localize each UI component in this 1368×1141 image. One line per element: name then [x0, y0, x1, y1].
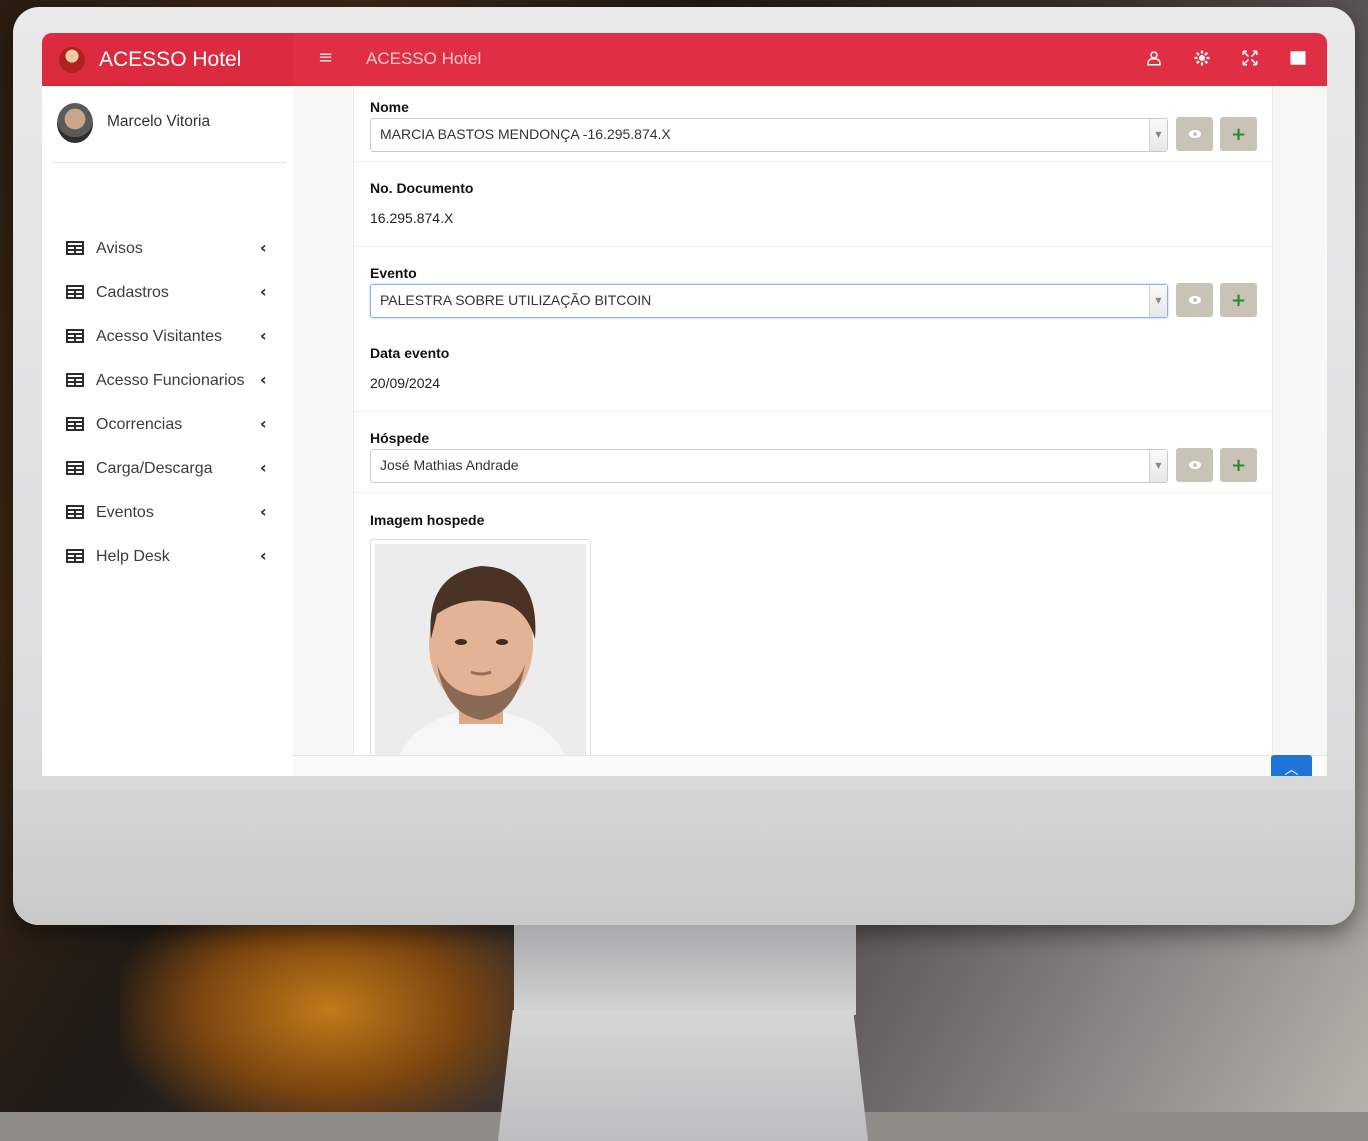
table-icon	[66, 241, 84, 255]
nome-select[interactable]: MARCIA BASTOS MENDONÇA -16.295.874.X ▼	[370, 118, 1168, 152]
form-panel: Nome MARCIA BASTOS MENDONÇA -16.295.874.…	[353, 86, 1273, 776]
scroll-to-top-button[interactable]: ︿	[1271, 755, 1312, 776]
table-icon	[66, 285, 84, 299]
plus-icon: +	[1230, 289, 1247, 311]
hospede-select[interactable]: José Mathias Andrade ▼	[370, 449, 1168, 483]
chevron-left-icon: ‹	[260, 326, 267, 345]
chevron-left-icon: ‹	[260, 370, 267, 389]
sidebar-item-acesso-visitantes[interactable]: Acesso Visitantes ‹	[42, 316, 293, 360]
grid-icon[interactable]	[1287, 47, 1309, 69]
chevron-left-icon: ‹	[260, 458, 267, 477]
sidebar-item-label: Cadastros	[96, 284, 169, 301]
data-evento-label: Data evento	[370, 345, 450, 361]
chevron-down-icon[interactable]: ▼	[1149, 285, 1167, 317]
top-title: ACESSO Hotel	[366, 49, 482, 68]
evento-label: Evento	[370, 265, 417, 281]
top-navbar: ACESSO Hotel ≡ ACESSO Hotel	[42, 33, 1327, 86]
chevron-down-icon[interactable]: ▼	[1149, 450, 1167, 482]
divider	[354, 246, 1272, 247]
divider	[354, 492, 1272, 493]
documento-value: 16.295.874.X	[370, 210, 454, 226]
chevron-down-icon[interactable]: ▼	[1149, 119, 1167, 151]
sidebar-item-label: Acesso Funcionarios	[96, 372, 245, 389]
evento-add-button[interactable]: +	[1220, 283, 1257, 317]
sidebar-item-label: Carga/Descarga	[96, 460, 213, 477]
sidebar-item-help-desk[interactable]: Help Desk ‹	[42, 536, 293, 580]
imagem-hospede-label: Imagem hospede	[370, 512, 485, 528]
main-content: Nome MARCIA BASTOS MENDONÇA -16.295.874.…	[293, 86, 1327, 776]
user-icon[interactable]	[1143, 47, 1165, 69]
gear-icon[interactable]	[1191, 47, 1213, 69]
table-icon	[66, 417, 84, 431]
table-icon	[66, 549, 84, 563]
sidebar-item-carga-descarga[interactable]: Carga/Descarga ‹	[42, 448, 293, 492]
nome-label: Nome	[370, 99, 409, 115]
divider	[354, 411, 1272, 412]
avatar	[57, 103, 93, 143]
hospede-label: Hóspede	[370, 430, 430, 446]
guest-photo	[375, 544, 586, 770]
table-icon	[66, 505, 84, 519]
nome-select-value: MARCIA BASTOS MENDONÇA -16.295.874.X	[380, 126, 671, 142]
documento-label: No. Documento	[370, 180, 474, 196]
sidebar-menu: Avisos ‹ Cadastros ‹ Acesso Visitantes ‹…	[42, 228, 293, 580]
sidebar-item-label: Acesso Visitantes	[96, 328, 222, 345]
sidebar-item-eventos[interactable]: Eventos ‹	[42, 492, 293, 536]
evento-select-value: PALESTRA SOBRE UTILIZAÇÃO BITCOIN	[380, 292, 652, 308]
sidebar-item-label: Avisos	[96, 240, 143, 257]
user-name: Marcelo Vitoria	[107, 113, 211, 130]
chevron-up-icon: ︿	[1284, 762, 1299, 776]
eye-icon	[1188, 461, 1201, 469]
plus-icon: +	[1230, 454, 1247, 476]
plus-icon: +	[1230, 123, 1247, 145]
content-bottom-strip	[293, 755, 1327, 776]
expand-icon[interactable]	[1239, 47, 1261, 69]
chevron-left-icon: ‹	[260, 238, 267, 257]
hospede-add-button[interactable]: +	[1220, 448, 1257, 482]
hospede-view-button[interactable]	[1176, 448, 1213, 482]
monitor-chin	[13, 790, 1355, 925]
evento-view-button[interactable]	[1176, 283, 1213, 317]
nome-add-button[interactable]: +	[1220, 117, 1257, 151]
top-icons	[1143, 47, 1309, 69]
nome-view-button[interactable]	[1176, 117, 1213, 151]
brand[interactable]: ACESSO Hotel	[42, 33, 293, 86]
sidebar: Marcelo Vitoria Avisos ‹ Cadastros ‹ Ace…	[42, 86, 293, 776]
sidebar-item-acesso-funcionarios[interactable]: Acesso Funcionarios ‹	[42, 360, 293, 404]
brand-title: ACESSO Hotel	[99, 47, 242, 71]
table-icon	[66, 329, 84, 343]
evento-select[interactable]: PALESTRA SOBRE UTILIZAÇÃO BITCOIN ▼	[370, 284, 1168, 318]
eye-icon	[1188, 130, 1201, 138]
user-panel[interactable]: Marcelo Vitoria	[52, 100, 286, 163]
sidebar-item-label: Help Desk	[96, 548, 170, 565]
brand-logo-icon	[59, 46, 85, 73]
sidebar-item-label: Eventos	[96, 504, 154, 521]
sidebar-item-ocorrencias[interactable]: Ocorrencias ‹	[42, 404, 293, 448]
guest-photo-frame	[370, 539, 591, 771]
chevron-left-icon: ‹	[260, 282, 267, 301]
sidebar-item-label: Ocorrencias	[96, 416, 183, 433]
data-evento-value: 20/09/2024	[370, 375, 441, 391]
hamburger-menu-icon[interactable]: ≡	[318, 49, 334, 67]
chevron-left-icon: ‹	[260, 546, 267, 565]
hospede-select-value: José Mathias Andrade	[380, 457, 519, 473]
chevron-left-icon: ‹	[260, 502, 267, 521]
sidebar-item-cadastros[interactable]: Cadastros ‹	[42, 272, 293, 316]
monitor-stand-neck	[514, 925, 856, 1015]
monitor-stand-base	[498, 1010, 868, 1141]
table-icon	[66, 373, 84, 387]
table-icon	[66, 461, 84, 475]
eye-icon	[1188, 296, 1201, 304]
app-screen: ACESSO Hotel ≡ ACESSO Hotel Marcelo Vito…	[42, 33, 1327, 776]
divider	[354, 161, 1272, 162]
sidebar-item-avisos[interactable]: Avisos ‹	[42, 228, 293, 272]
chevron-left-icon: ‹	[260, 414, 267, 433]
